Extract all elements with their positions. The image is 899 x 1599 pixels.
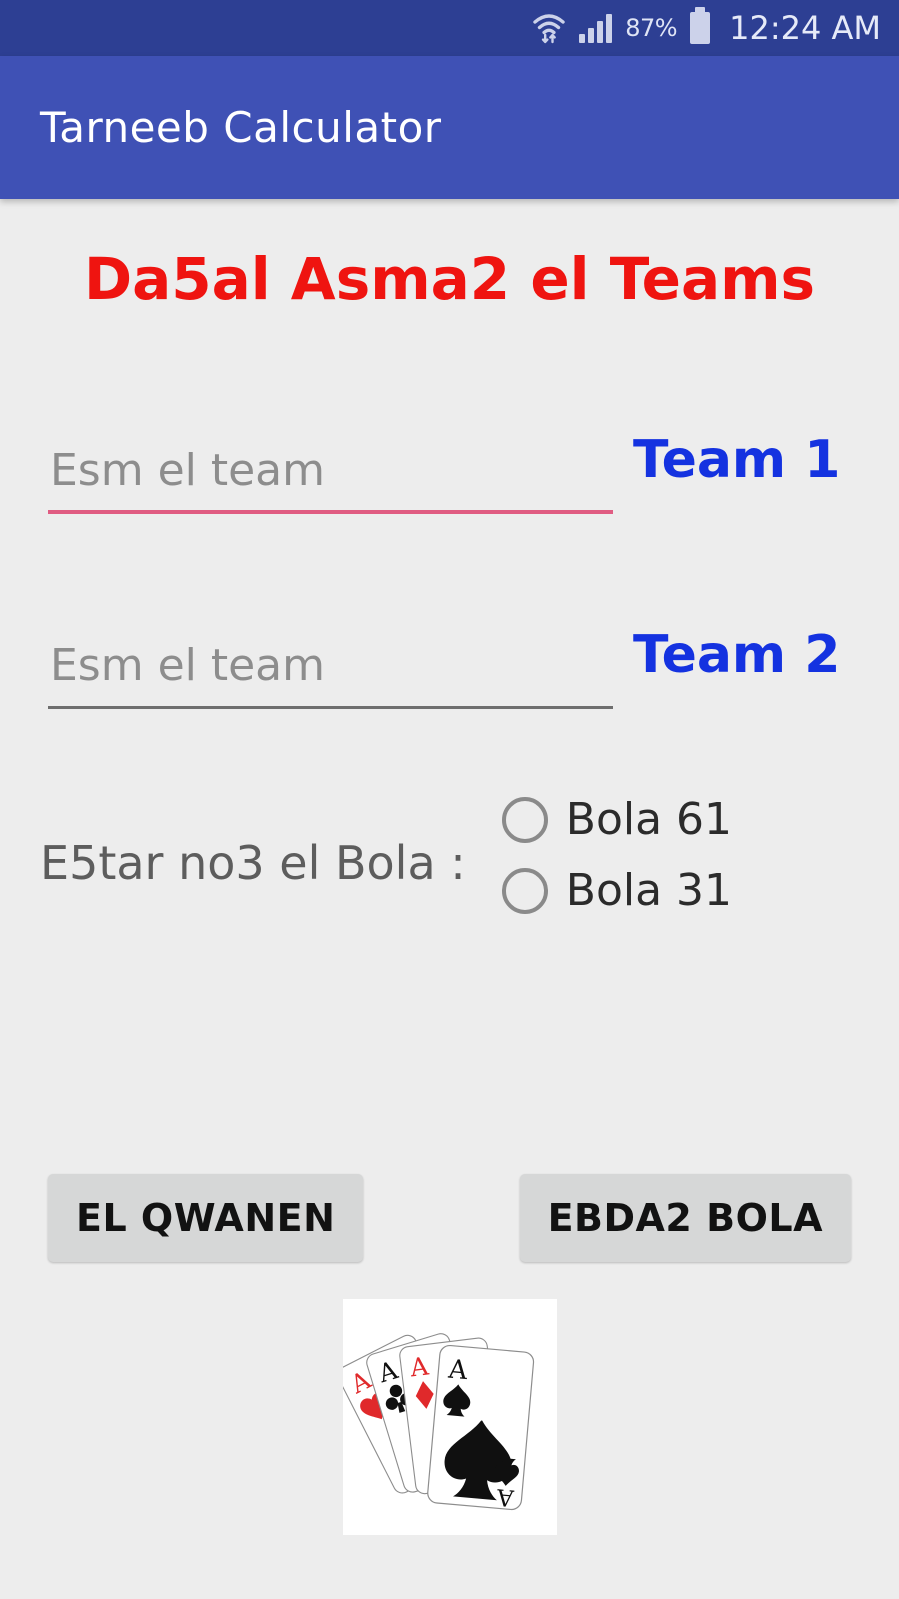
bola-type-question: E5tar no3 el Bola : bbox=[40, 836, 466, 890]
el-qwanen-button[interactable]: EL QWANEN bbox=[48, 1174, 364, 1262]
bola-type-section: E5tar no3 el Bola : Bola 61 Bola 31 bbox=[0, 794, 899, 916]
action-button-row: EL QWANEN EBDA2 BOLA bbox=[0, 1174, 899, 1262]
radio-option-bola-31[interactable]: Bola 31 bbox=[501, 865, 733, 916]
status-icons: 87% 12:24 AM bbox=[532, 7, 881, 47]
team-1-field-wrap bbox=[48, 406, 613, 514]
four-aces-cards-image: A A A A A bbox=[342, 1299, 557, 1535]
team-1-field-underline bbox=[48, 510, 613, 514]
clock-label: 12:24 AM bbox=[729, 9, 881, 47]
status-bar: 87% 12:24 AM bbox=[0, 0, 899, 56]
app-bar: Tarneeb Calculator bbox=[0, 56, 899, 199]
app-title: Tarneeb Calculator bbox=[40, 103, 442, 152]
radio-label-bola-31: Bola 31 bbox=[565, 865, 733, 916]
radio-option-bola-61[interactable]: Bola 61 bbox=[501, 794, 733, 845]
wifi-icon bbox=[532, 11, 566, 45]
team-2-label: Team 2 bbox=[633, 625, 841, 685]
team-2-name-input[interactable] bbox=[48, 640, 613, 697]
radio-label-bola-61: Bola 61 bbox=[565, 794, 733, 845]
battery-percent-label: 87% bbox=[625, 14, 678, 42]
radio-circle-icon[interactable] bbox=[501, 796, 548, 843]
cellular-signal-icon bbox=[579, 13, 613, 43]
bola-type-radio-group: Bola 61 Bola 31 bbox=[501, 794, 733, 916]
team-2-field-underline bbox=[48, 706, 613, 709]
page-headline: Da5al Asma2 el Teams bbox=[83, 245, 816, 313]
radio-circle-icon[interactable] bbox=[501, 867, 548, 914]
svg-text:A: A bbox=[446, 1354, 470, 1386]
main-content: Da5al Asma2 el Teams Team 1 Team 2 E5tar… bbox=[0, 199, 899, 1599]
team-1-name-input[interactable] bbox=[48, 445, 613, 502]
battery-icon bbox=[690, 7, 711, 44]
app-screen: 87% 12:24 AM Tarneeb Calculator Da5al As… bbox=[0, 0, 899, 1599]
team-1-row: Team 1 bbox=[0, 404, 899, 514]
team-2-field-wrap bbox=[48, 601, 613, 709]
team-2-row: Team 2 bbox=[0, 599, 899, 709]
ebda2-bola-button[interactable]: EBDA2 BOLA bbox=[519, 1174, 851, 1262]
team-1-label: Team 1 bbox=[633, 430, 841, 490]
svg-text:A: A bbox=[495, 1483, 515, 1510]
